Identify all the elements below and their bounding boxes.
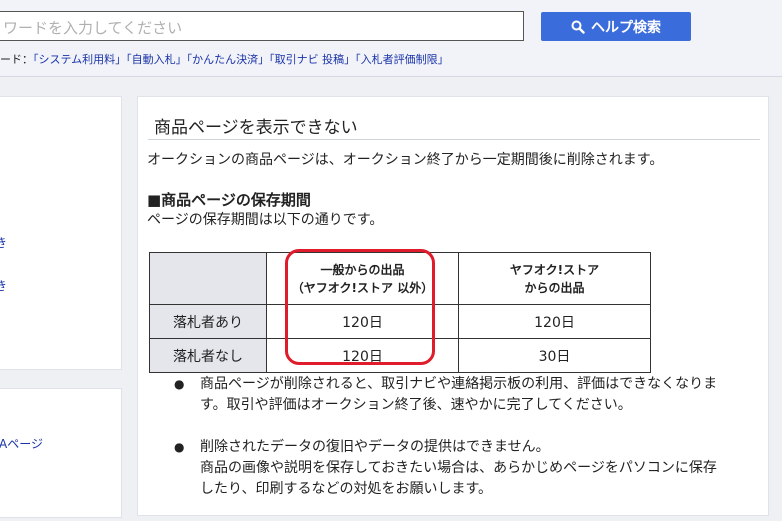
left-nav-link-3[interactable]: 、	[0, 346, 7, 363]
header-general-line1: 一般からの出品	[320, 262, 405, 277]
cell-store-winner: 120日	[458, 304, 651, 339]
note-1-line-1: 商品ページが削除されると、取引ナビや連絡掲示板の利用、評価はできなくなりま	[200, 376, 718, 392]
keywords-prefix: ード：	[0, 53, 33, 66]
intro-text: オークションの商品ページは、オークション終了から一定期間後に削除されます。	[147, 152, 664, 168]
keyword-link-system-fee[interactable]: 「システム利用料」	[33, 53, 126, 66]
header-store-line2: からの出品	[524, 280, 585, 295]
header-general-line2: （ヤフオク!ストア 以外）	[291, 280, 434, 295]
left-qa-card: Aページ	[0, 388, 122, 518]
header-store-line1: ヤフオク!ストア	[509, 262, 600, 277]
header-store-listing: ヤフオク!ストア からの出品	[458, 252, 651, 305]
keyword-link-auto-bid[interactable]: 「自動入札」	[126, 53, 187, 66]
help-search-button[interactable]: ヘルプ検索	[541, 12, 691, 41]
row-label-no-winner: 落札者なし	[149, 338, 267, 373]
keyword-link-bidder-rating-limit[interactable]: 「入札者評価制限」	[355, 53, 449, 66]
cell-general-no-winner: 120日	[266, 338, 459, 373]
table-row: 落札者なし 120日 30日	[149, 338, 651, 373]
header-general-listing: 一般からの出品 （ヤフオク!ストア 以外）	[266, 252, 459, 305]
note-2-line-1: 削除されたデータの復旧やデータの提供はできません。	[200, 439, 550, 455]
search-icon	[571, 20, 585, 34]
list-item: ● 商品ページが削除されると、取引ナビや連絡掲示板の利用、評価はできなくなりま …	[160, 374, 760, 416]
page-title: 商品ページを表示できない	[154, 118, 358, 138]
notes-list: ● 商品ページが削除されると、取引ナビや連絡掲示板の利用、評価はできなくなりま …	[160, 374, 760, 521]
bullet-mark: ●	[174, 440, 185, 454]
row-label-winner: 落札者あり	[149, 304, 267, 339]
left-nav-link-2[interactable]: き	[0, 277, 7, 294]
section-heading: ■商品ページの保存期間	[147, 191, 311, 209]
note-2-line-3: したり、印刷するなどの対処をお願いします。	[200, 481, 493, 497]
table-corner-cell	[149, 252, 267, 305]
section-subtext: ページの保存期間は以下の通りです。	[147, 212, 384, 228]
help-search-bar: ヘルプ検索 ード：「システム利用料」「自動入札」「かんたん決済」「取引ナビ 投稿…	[0, 0, 782, 77]
cell-general-winner: 120日	[266, 304, 459, 339]
keyword-link-trade-navi-post[interactable]: 「取引ナビ 投稿」	[269, 53, 355, 66]
left-nav-link-1[interactable]: き	[0, 234, 7, 251]
cell-store-no-winner: 30日	[458, 338, 651, 373]
qa-page-link[interactable]: Aページ	[0, 435, 43, 452]
retention-table: 一般からの出品 （ヤフオク!ストア 以外） ヤフオク!ストア からの出品 落札者…	[149, 252, 651, 373]
keyword-link-easy-payment[interactable]: 「かんたん決済」	[187, 53, 270, 66]
left-nav-card: き き 、	[0, 96, 122, 370]
title-divider	[148, 139, 760, 140]
article-card: 商品ページを表示できない オークションの商品ページは、オークション終了から一定期…	[137, 96, 769, 516]
bullet-mark: ●	[174, 377, 185, 391]
popular-keywords: ード：「システム利用料」「自動入札」「かんたん決済」「取引ナビ 投稿」「入札者評…	[0, 51, 449, 67]
table-header-row: 一般からの出品 （ヤフオク!ストア 以外） ヤフオク!ストア からの出品	[149, 252, 651, 305]
table-row: 落札者あり 120日 120日	[149, 304, 651, 339]
list-item: ● 削除されたデータの復旧やデータの提供はできません。 商品の画像や説明を保存し…	[160, 437, 760, 500]
note-2-line-2: 商品の画像や説明を保存しておきたい場合は、あらかじめページをパソコンに保存	[200, 460, 717, 476]
note-1-line-2: す。取引や評価はオークション終了後、速やかに完了してください。	[200, 397, 632, 413]
help-search-button-label: ヘルプ検索	[591, 19, 661, 36]
help-search-input[interactable]	[0, 11, 524, 41]
